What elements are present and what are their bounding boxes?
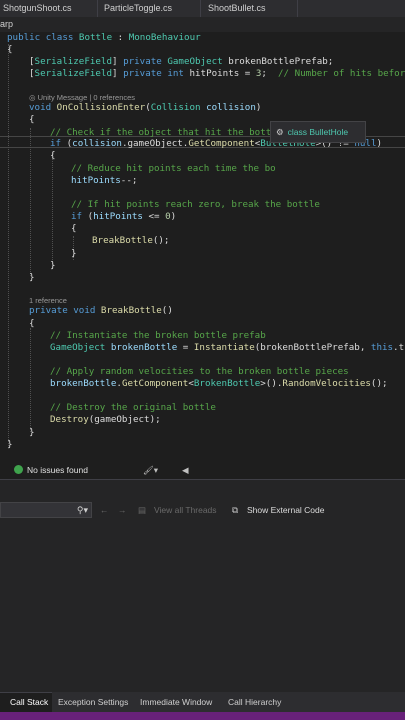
code-line: // Reduce hit points each time the bo <box>71 163 276 174</box>
search-icon[interactable]: ⚲▾ <box>77 500 88 520</box>
code-line: } <box>50 260 56 271</box>
code-lens[interactable]: ◎ Unity Message | 0 references <box>29 93 135 102</box>
tab-call-hierarchy[interactable]: Call Hierarchy <box>228 692 281 712</box>
code-line: [SerializeField] private GameObject brok… <box>29 56 334 67</box>
scroll-left-icon[interactable]: ◀ <box>182 462 189 478</box>
code-lens[interactable]: 1 reference <box>29 296 67 305</box>
code-line: } <box>7 439 13 450</box>
indent-guide <box>30 128 31 276</box>
status-bar <box>0 712 405 720</box>
brush-icon[interactable]: 🖌▾ <box>143 462 158 478</box>
threads-icon: ▤ <box>138 505 147 515</box>
code-line: // Destroy the original bottle <box>50 402 216 413</box>
class-icon: ⚙ <box>276 127 284 137</box>
tab-label: ShotgunShoot.cs <box>3 3 72 13</box>
quickinfo-tooltip: ⚙ class BulletHole <box>270 121 366 143</box>
issues-label[interactable]: No issues found <box>27 462 88 478</box>
code-line: public class Bottle : MonoBehaviour <box>7 32 201 43</box>
indent-guide <box>8 44 9 446</box>
code-line: Destroy(gameObject); <box>50 414 161 425</box>
code-line: // If hit points reach zero, break the b… <box>71 199 320 210</box>
tab-shootbullet[interactable]: ShootBullet.cs <box>205 0 298 17</box>
code-line: hitPoints--; <box>71 175 138 186</box>
code-line: // Instantiate the broken bottle prefab <box>50 330 266 341</box>
code-line: { <box>71 223 77 234</box>
project-label: arp <box>0 19 14 29</box>
call-stack-toolbar: ⚲▾ ← → ▤ View all Threads ⧉ Show Externa… <box>0 500 405 520</box>
forward-icon[interactable]: → <box>118 500 127 520</box>
editor-status-row: No issues found 🖌▾ ◀ <box>0 462 405 478</box>
code-line: { <box>29 114 35 125</box>
code-line: } <box>71 248 77 259</box>
tab-call-stack[interactable]: Call Stack <box>10 692 48 712</box>
external-code-icon: ⧉ <box>232 505 239 515</box>
tab-label: ParticleToggle.cs <box>104 3 173 13</box>
code-editor[interactable]: public class Bottle : MonoBehaviour { [S… <box>0 32 405 454</box>
code-line: [SerializeField] private int hitPoints =… <box>29 68 405 79</box>
show-external-code-button[interactable]: Show External Code <box>247 500 325 520</box>
tab-immediate-window[interactable]: Immediate Window <box>140 692 212 712</box>
check-icon <box>14 465 23 474</box>
search-input[interactable]: ⚲▾ <box>0 502 92 518</box>
code-line: { <box>50 150 56 161</box>
back-icon[interactable]: ← <box>100 500 109 520</box>
tooltip-text: class BulletHole <box>287 127 349 137</box>
navigation-bar[interactable]: arp <box>0 17 405 33</box>
code-line: } <box>29 427 35 438</box>
view-all-threads-button[interactable]: View all Threads <box>154 500 217 520</box>
code-line: BreakBottle(); <box>92 235 170 246</box>
code-line: } <box>29 272 35 283</box>
tab-label: ShootBullet.cs <box>208 3 266 13</box>
indent-guide <box>30 328 31 432</box>
indent-guide <box>52 152 53 268</box>
code-line: // Apply random velocities to the broken… <box>50 366 349 377</box>
document-tabs: ShotgunShoot.cs ParticleToggle.cs ShootB… <box>0 0 405 17</box>
tab-exception-settings[interactable]: Exception Settings <box>58 692 128 712</box>
tab-shotgunshoot[interactable]: ShotgunShoot.cs <box>0 0 98 17</box>
code-line: brokenBottle.GetComponent<BrokenBottle>(… <box>50 378 388 389</box>
code-line: if (hitPoints <= 0) <box>71 211 177 222</box>
tab-particletoggle[interactable]: ParticleToggle.cs <box>101 0 201 17</box>
code-line: void OnCollisionEnter(Collision collisio… <box>29 102 262 113</box>
code-line: { <box>7 44 13 55</box>
code-line: GameObject brokenBottle = Instantiate(br… <box>50 342 405 353</box>
bottom-tool-tabs: Call Stack Exception Settings Immediate … <box>0 692 405 713</box>
code-line: private void BreakBottle() <box>29 305 173 316</box>
call-stack-panel: ⚲▾ ← → ▤ View all Threads ⧉ Show Externa… <box>0 479 405 693</box>
code-line: { <box>29 318 35 329</box>
